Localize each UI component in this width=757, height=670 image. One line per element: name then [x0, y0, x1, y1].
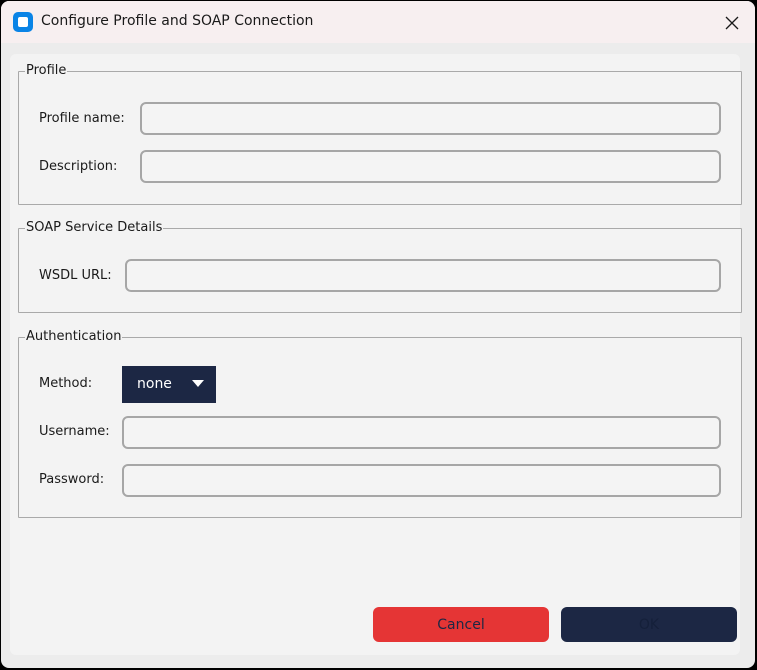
ok-button[interactable]: OK — [561, 607, 737, 642]
soap-group-legend: SOAP Service Details — [25, 220, 164, 236]
method-dropdown-value: none — [137, 376, 172, 392]
dialog-window: Configure Profile and SOAP Connection Pr… — [1, 1, 755, 668]
description-field[interactable] — [140, 150, 721, 183]
profile-group-legend: Profile — [25, 63, 68, 79]
wsdl-url-field[interactable] — [125, 259, 721, 292]
cancel-button[interactable]: Cancel — [373, 607, 549, 642]
profile-name-label: Profile name: — [39, 111, 125, 126]
profile-group: Profile Profile name: Description: — [18, 63, 742, 205]
method-dropdown[interactable]: none — [122, 366, 216, 403]
title-bar[interactable]: Configure Profile and SOAP Connection — [1, 1, 755, 43]
password-field[interactable] — [122, 464, 721, 497]
username-label: Username: — [39, 424, 110, 439]
password-label: Password: — [39, 472, 105, 487]
caret-down-icon — [192, 380, 204, 387]
authentication-group: Authentication Method: none Username: Pa… — [18, 329, 742, 518]
description-label: Description: — [39, 159, 118, 174]
profile-name-field[interactable] — [140, 102, 721, 135]
soap-service-group: SOAP Service Details WSDL URL: — [18, 220, 742, 313]
window-title: Configure Profile and SOAP Connection — [41, 13, 314, 29]
close-icon — [725, 16, 739, 30]
app-window-icon — [13, 12, 33, 32]
wsdl-url-label: WSDL URL: — [39, 268, 112, 283]
close-button[interactable] — [717, 9, 747, 37]
authentication-group-legend: Authentication — [25, 329, 123, 345]
method-label: Method: — [39, 376, 93, 391]
dialog-body: Profile Profile name: Description: SOAP … — [10, 54, 742, 655]
username-field[interactable] — [122, 416, 721, 449]
